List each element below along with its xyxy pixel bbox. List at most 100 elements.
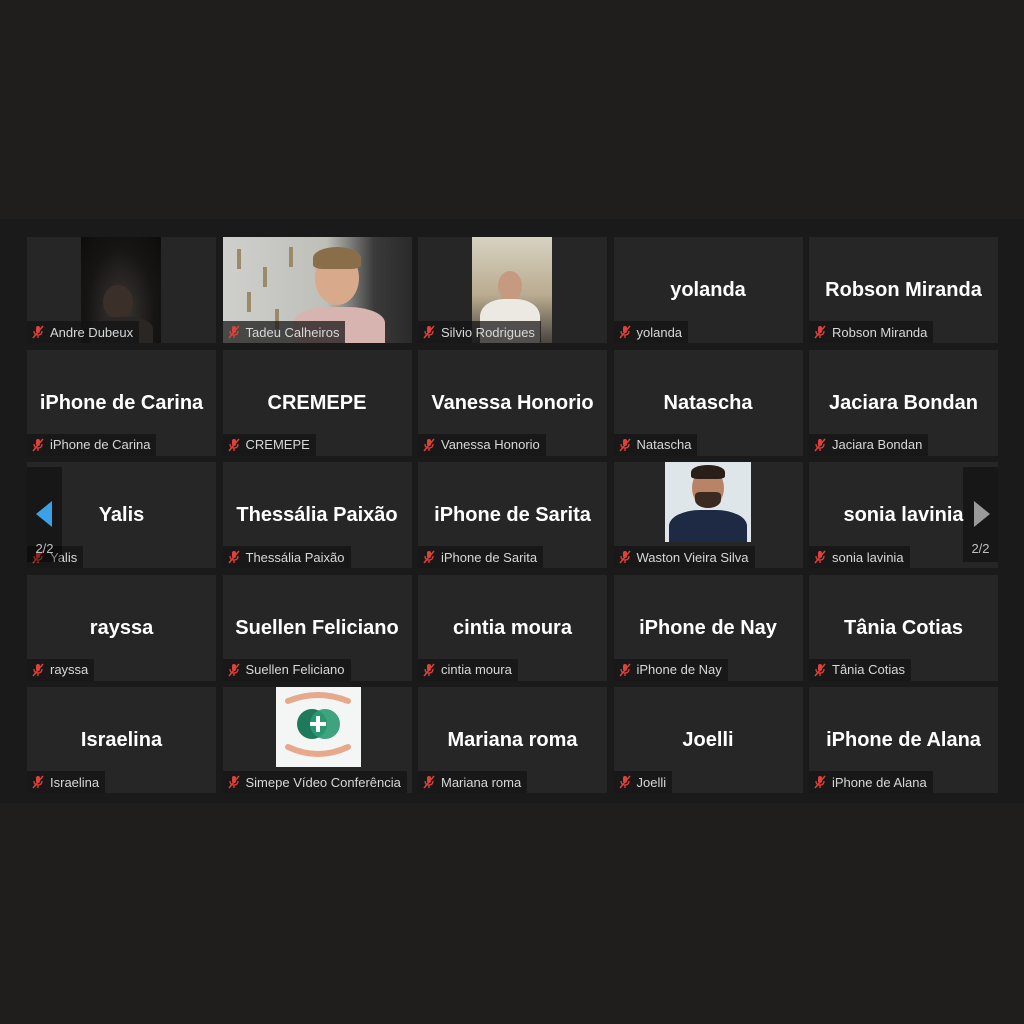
participant-name-label: Robson Miranda xyxy=(809,321,934,343)
participant-name-label: Andre Dubeux xyxy=(27,321,140,343)
muted-mic-icon xyxy=(618,775,631,789)
muted-mic-icon xyxy=(814,325,826,339)
participant-name-label: Tadeu Calheiros xyxy=(222,321,346,343)
participant-name-label: iPhone de Nay xyxy=(613,658,728,681)
participant-name-label: Vanessa Honorio xyxy=(418,433,546,456)
participant-name: Jaciara Bondan xyxy=(832,437,923,452)
participant-tile-iphone-de-nay[interactable]: iPhone de Nay iPhone de Nay xyxy=(613,574,803,681)
participant-name-label: Mariana roma xyxy=(418,771,528,793)
participant-name: Andre Dubeux xyxy=(50,324,134,340)
participant-tile-cintia-moura[interactable]: cintia moura cintia moura xyxy=(418,574,607,681)
participant-tile-waston-vieira-silva[interactable]: Waston Vieira Silva xyxy=(613,462,803,568)
participant-tile-tania-cotias[interactable]: Tânia Cotias Tânia Cotias xyxy=(809,574,998,681)
participant-avatar-photo xyxy=(664,462,751,542)
participant-grid: Andre Dubeux Tadeu Calheiros Silvio Rodr… xyxy=(27,237,998,793)
muted-mic-icon xyxy=(423,775,435,789)
participant-tile-iphone-de-sarita[interactable]: iPhone de Sarita iPhone de Sarita xyxy=(418,462,607,568)
participant-display-name: Vanessa Honorio xyxy=(431,391,594,414)
participant-name-label: Waston Vieira Silva xyxy=(613,546,755,568)
participant-tile-robson-miranda[interactable]: Robson Miranda Robson Miranda xyxy=(809,237,998,343)
participant-tile-tadeu-calheiros[interactable]: Tadeu Calheiros xyxy=(222,237,412,343)
next-page-button[interactable]: 2/2 xyxy=(963,467,998,562)
participant-display-name: CREMEPE xyxy=(267,391,367,414)
participant-name-label: yolanda xyxy=(613,321,689,343)
participant-name: sonia lavinia xyxy=(832,549,904,565)
participant-name: Natascha xyxy=(636,437,692,452)
participant-tile-iphone-de-carina[interactable]: iPhone de Carina iPhone de Carina xyxy=(27,349,216,456)
participant-name: rayssa xyxy=(50,662,89,677)
hands-heart-logo-icon xyxy=(284,692,351,757)
participant-name: Mariana roma xyxy=(441,774,522,790)
participant-name: CREMEPE xyxy=(245,437,310,452)
participant-name: iPhone de Nay xyxy=(636,662,722,677)
participant-tile-natascha[interactable]: Natascha Natascha xyxy=(613,349,803,456)
participant-name-label: Thessália Paixão xyxy=(222,546,351,568)
participant-tile-mariana-roma[interactable]: Mariana roma Mariana roma xyxy=(418,687,607,793)
muted-mic-icon xyxy=(32,663,44,676)
participant-name: Silvio Rodrigues xyxy=(441,324,535,340)
participant-display-name: yolanda xyxy=(670,279,746,301)
muted-mic-icon xyxy=(32,325,44,339)
participant-tile-silvio-rodrigues[interactable]: Silvio Rodrigues xyxy=(418,237,607,343)
participant-name-label: Silvio Rodrigues xyxy=(418,321,541,343)
muted-mic-icon xyxy=(32,438,44,451)
participant-display-name: iPhone de Sarita xyxy=(434,504,591,526)
participant-name-label: Jaciara Bondan xyxy=(809,433,929,456)
participant-display-name: iPhone de Alana xyxy=(826,729,981,751)
participant-tile-israelina[interactable]: Israelina Israelina xyxy=(27,687,216,793)
muted-mic-icon xyxy=(814,775,826,789)
meeting-gallery-view: Andre Dubeux Tadeu Calheiros Silvio Rodr… xyxy=(0,219,1024,803)
participant-tile-andre-dubeux[interactable]: Andre Dubeux xyxy=(27,237,216,343)
participant-name-label: Joelli xyxy=(613,771,673,793)
participant-tile-iphone-de-alana[interactable]: iPhone de Alana iPhone de Alana xyxy=(809,687,998,793)
muted-mic-icon xyxy=(227,325,240,339)
participant-name: Vanessa Honorio xyxy=(441,437,540,452)
muted-mic-icon xyxy=(814,663,826,676)
participant-name-label: Israelina xyxy=(27,771,106,793)
participant-tile-rayssa[interactable]: rayssa rayssa xyxy=(27,574,216,681)
participant-display-name: Robson Miranda xyxy=(825,279,982,301)
muted-mic-icon xyxy=(423,550,435,564)
participant-name-label: Suellen Feliciano xyxy=(222,658,351,681)
muted-mic-icon xyxy=(227,438,240,451)
participant-tile-thessalia-paixao[interactable]: Thessália Paixão Thessália Paixão xyxy=(222,462,412,568)
page-indicator: 2/2 xyxy=(35,541,54,556)
participant-tile-vanessa-honorio[interactable]: Vanessa Honorio Vanessa Honorio xyxy=(418,349,607,456)
participant-name: Tadeu Calheiros xyxy=(245,324,340,340)
previous-page-button[interactable]: 2/2 xyxy=(27,467,62,562)
muted-mic-icon xyxy=(618,550,631,564)
participant-name: iPhone de Alana xyxy=(832,774,927,790)
chevron-right-icon xyxy=(974,501,990,527)
participant-name: yolanda xyxy=(636,324,683,340)
participant-name: iPhone de Carina xyxy=(50,437,151,452)
participant-name: Suellen Feliciano xyxy=(245,662,345,677)
participant-name: Robson Miranda xyxy=(832,324,928,340)
participant-name: Joelli xyxy=(636,774,667,790)
participant-name-label: Simepe Vídeo Conferência xyxy=(222,771,407,793)
participant-tile-cremepe[interactable]: CREMEPE CREMEPE xyxy=(222,349,412,456)
participant-name-label: CREMEPE xyxy=(222,433,316,456)
muted-mic-icon xyxy=(423,325,435,339)
participant-name-label: Natascha xyxy=(613,433,698,456)
participant-name-label: cintia moura xyxy=(418,658,518,681)
participant-tile-suellen-feliciano[interactable]: Suellen Feliciano Suellen Feliciano xyxy=(222,574,412,681)
muted-mic-icon xyxy=(32,775,44,789)
participant-name-label: sonia lavinia xyxy=(809,546,910,568)
muted-mic-icon xyxy=(618,438,631,451)
participant-name-label: iPhone de Sarita xyxy=(418,546,544,568)
participant-display-name: Mariana roma xyxy=(447,729,578,751)
participant-tile-joelli[interactable]: Joelli Joelli xyxy=(613,687,803,793)
muted-mic-icon xyxy=(227,550,240,564)
participant-name: Tânia Cotias xyxy=(832,662,905,677)
participant-name: Simepe Vídeo Conferência xyxy=(245,774,401,790)
participant-tile-simepe-video-conferencia[interactable]: Simepe Vídeo Conferência xyxy=(222,687,412,793)
participant-tile-jaciara-bondan[interactable]: Jaciara Bondan Jaciara Bondan xyxy=(809,349,998,456)
page-indicator: 2/2 xyxy=(971,541,990,556)
participant-name: Thessália Paixão xyxy=(245,549,345,565)
muted-mic-icon xyxy=(814,550,826,564)
participant-display-name: Jaciara Bondan xyxy=(829,391,978,414)
participant-display-name: Suellen Feliciano xyxy=(235,616,399,639)
participant-display-name: iPhone de Carina xyxy=(39,391,204,414)
simepe-logo xyxy=(275,687,361,767)
participant-tile-yolanda[interactable]: yolanda yolanda xyxy=(613,237,803,343)
